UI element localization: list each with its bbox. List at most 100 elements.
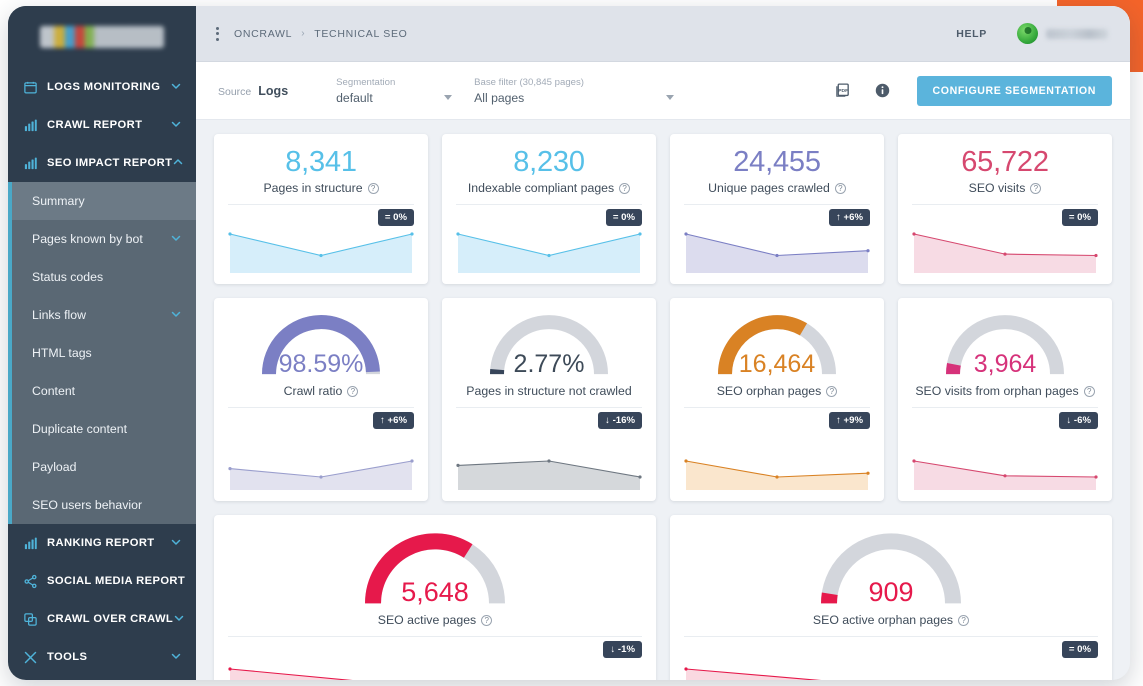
help-tooltip-icon[interactable]: ?: [826, 385, 838, 397]
sidebar-group-seo-impact-report[interactable]: SEO IMPACT REPORT: [8, 144, 196, 182]
card-header: 8,341 Pages in structure?: [228, 146, 414, 195]
chevron-down-icon[interactable]: [170, 650, 182, 665]
user-menu[interactable]: [1017, 23, 1108, 44]
sparkline: [684, 459, 870, 490]
sidebar-item-label: Duplicate content: [32, 422, 128, 436]
sidebar-item-label: Links flow: [32, 308, 86, 322]
sidebar-group-label: SEO IMPACT REPORT: [47, 157, 173, 169]
trend-badge-text: = 0%: [1068, 212, 1091, 224]
kpi-value: 3,964: [973, 350, 1037, 379]
breadcrumb-separator-icon: ›: [301, 28, 306, 39]
trend-badge-text: = 0%: [1068, 644, 1091, 656]
kpi-label: SEO orphan pages: [716, 384, 822, 399]
sidebar-item-duplicate-content[interactable]: Duplicate content: [8, 410, 196, 448]
trend-badge: ↑ +6%: [373, 412, 414, 430]
chevron-down-icon[interactable]: [170, 80, 182, 95]
kpi-card-pages-in-structure-not-crawled[interactable]: 2.77% Pages in structure not crawled ↓ -16…: [442, 298, 656, 501]
app-logo[interactable]: [8, 6, 196, 68]
info-icon[interactable]: [869, 77, 897, 105]
kpi-label-row: SEO active pages?: [378, 613, 493, 627]
sidebar-item-content[interactable]: Content: [8, 372, 196, 410]
sparkline: [684, 667, 822, 680]
sidebar-item-seo-users-behavior[interactable]: SEO users behavior: [8, 486, 196, 524]
kpi-value: 8,341: [285, 146, 357, 178]
sidebar-item-pages-known-by-bot[interactable]: Pages known by bot: [8, 220, 196, 258]
sidebar-group-crawl-over-crawl[interactable]: CRAWL OVER CRAWL: [8, 600, 196, 638]
kpi-card-indexable-compliant-pages[interactable]: 8,230 Indexable compliant pages? = 0%: [442, 134, 656, 284]
trend-badge: = 0%: [605, 209, 642, 227]
card-divider: [456, 204, 642, 206]
chevron-up-icon[interactable]: [172, 156, 184, 171]
kpi-card-unique-pages-crawled[interactable]: 24,455 Unique pages crawled? ↑ +6%: [670, 134, 884, 284]
sparkline-wrapper: ↑ +6%: [228, 412, 414, 491]
dashboard-content: 8,341 Pages in structure? = 0% 8,230 Indexab…: [196, 120, 1130, 680]
sidebar-group-ranking-report[interactable]: RANKING REPORT: [8, 524, 196, 562]
kpi-label-row: Pages in structure?: [263, 181, 379, 195]
kebab-menu-icon[interactable]: [210, 26, 224, 41]
help-tooltip-icon[interactable]: ?: [958, 614, 970, 626]
sidebar-group-logs-monitoring[interactable]: LOGS MONITORING: [8, 68, 196, 106]
breadcrumb-item-oncrawl[interactable]: ONCRAWL: [234, 28, 292, 40]
card-divider: [456, 407, 642, 409]
help-tooltip-icon[interactable]: ?: [1083, 385, 1095, 397]
kpi-card-seo-active-orphan-pages[interactable]: 909 SEO active orphan pages? = 0%: [670, 515, 1112, 680]
card-divider: [912, 204, 1098, 206]
chevron-down-icon[interactable]: [173, 612, 185, 627]
trend-badge-text: ↑ +6%: [836, 212, 863, 224]
help-link[interactable]: HELP: [956, 28, 987, 40]
sidebar-group-tools[interactable]: TOOLS: [8, 638, 196, 676]
kpi-value: 8,230: [513, 146, 585, 178]
pdf-export-icon[interactable]: PDF: [829, 77, 857, 105]
layers-icon: [22, 611, 38, 627]
sidebar-subnav: Summary Pages known by bot Status codes Lin…: [8, 182, 196, 524]
kpi-label-row: Indexable compliant pages?: [468, 181, 631, 195]
kpi-card-seo-orphan-pages[interactable]: 16,464 SEO orphan pages? ↑ +9%: [670, 298, 884, 501]
chevron-down-icon[interactable]: [170, 536, 182, 551]
help-tooltip-icon[interactable]: ?: [1030, 182, 1042, 194]
chevron-down-icon[interactable]: [666, 95, 675, 100]
kpi-card-crawl-ratio[interactable]: 98.59% Crawl ratio? ↑ +6%: [214, 298, 428, 501]
trend-badge: = 0%: [1061, 209, 1098, 227]
kpi-card-seo-active-pages[interactable]: 5,648 SEO active pages? ↓ -1%: [214, 515, 656, 680]
sidebar-item-label: Pages known by bot: [32, 232, 143, 246]
chevron-down-icon[interactable]: [170, 308, 182, 323]
sidebar-item-summary[interactable]: Summary: [8, 182, 196, 220]
sidebar-item-html-tags[interactable]: HTML tags: [8, 334, 196, 372]
help-tooltip-icon[interactable]: ?: [347, 385, 359, 397]
segmentation-value: default: [336, 90, 373, 105]
kpi-card-pages-in-structure[interactable]: 8,341 Pages in structure? = 0%: [214, 134, 428, 284]
chevron-down-icon[interactable]: [170, 118, 182, 133]
sidebar-item-status-codes[interactable]: Status codes: [8, 258, 196, 296]
sidebar-item-label: Status codes: [32, 270, 104, 284]
configure-segmentation-button[interactable]: CONFIGURE SEGMENTATION: [916, 75, 1112, 106]
help-tooltip-icon[interactable]: ?: [834, 182, 846, 194]
gauge-wrapper: 98.59%: [262, 310, 380, 381]
sidebar-item-label: Payload: [32, 460, 77, 474]
chevron-down-icon[interactable]: [170, 232, 182, 247]
kpi-card-seo-visits[interactable]: 65,722 SEO visits? = 0%: [898, 134, 1112, 284]
breadcrumb-item-technical-seo[interactable]: TECHNICAL SEO: [314, 28, 407, 40]
segmentation-select[interactable]: Segmentation default: [336, 77, 453, 105]
trend-badge: ↓ -6%: [1059, 412, 1098, 430]
kpi-label: SEO visits from orphan pages: [915, 384, 1079, 399]
base-filter-select[interactable]: Base filter (30,845 pages) All pages: [474, 77, 675, 105]
breadcrumb: ONCRAWL › TECHNICAL SEO: [234, 28, 408, 40]
sidebar-group-label: LOGS MONITORING: [47, 81, 161, 93]
sidebar-item-links-flow[interactable]: Links flow: [8, 296, 196, 334]
help-tooltip-icon[interactable]: ?: [367, 182, 379, 194]
trend-badge: ↓ -16%: [598, 412, 642, 430]
kpi-card-seo-visits-from-orphan-pages[interactable]: 3,964 SEO visits from orphan pages? ↓ -6%: [898, 298, 1112, 501]
card-divider: [228, 636, 642, 638]
card-divider: [912, 407, 1098, 409]
kpi-label: SEO active orphan pages: [812, 613, 954, 628]
kpi-value: 98.59%: [278, 350, 364, 379]
chevron-down-icon[interactable]: [444, 95, 453, 100]
sidebar-group-social-media-report[interactable]: SOCIAL MEDIA REPORT: [8, 562, 196, 600]
sidebar-item-label: Content: [32, 384, 76, 398]
avatar: [1017, 23, 1038, 44]
help-tooltip-icon[interactable]: ?: [619, 182, 631, 194]
help-tooltip-icon[interactable]: ?: [481, 614, 493, 626]
sidebar-group-crawl-report[interactable]: CRAWL REPORT: [8, 106, 196, 144]
sidebar-nav: LOGS MONITORING CRAWL REPORT SEO IMPACT RE…: [8, 68, 196, 680]
sidebar-item-payload[interactable]: Payload: [8, 448, 196, 486]
